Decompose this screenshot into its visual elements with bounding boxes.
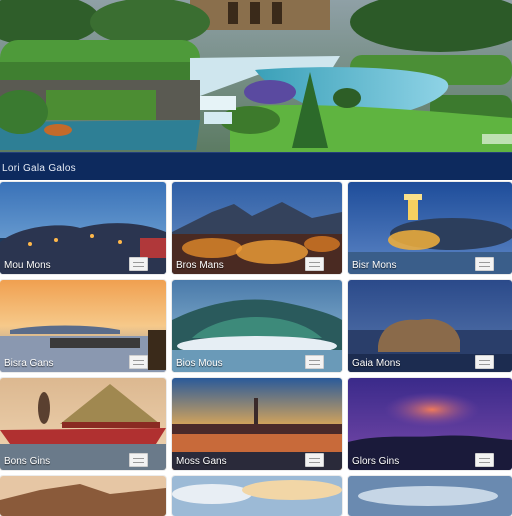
photo-grid: Mou Mons Bros Mans Bisr Mons Bisra Gans … (0, 180, 512, 516)
photo-card[interactable]: Glors Gins (348, 378, 512, 470)
photo-caption: Glors Gins (352, 456, 400, 467)
photo-caption: Bros Mans (176, 260, 224, 271)
gallery-icon[interactable] (305, 355, 324, 369)
hero-garden-image (0, 0, 512, 152)
gallery-icon[interactable] (305, 453, 324, 467)
photo-card[interactable]: Mou Mons (0, 182, 166, 274)
photo-caption: Bisra Gans (4, 358, 54, 369)
photo-caption: Moss Gans (176, 456, 227, 467)
photo-card[interactable]: Moss Gans (172, 378, 342, 470)
photo-caption: Mou Mons (4, 260, 51, 271)
gallery-icon[interactable] (475, 453, 494, 467)
photo-card[interactable]: Bons Gins (0, 378, 166, 470)
gallery-icon[interactable] (129, 355, 148, 369)
photo-caption: Bisr Mons (352, 260, 397, 271)
gallery-icon[interactable] (475, 257, 494, 271)
photo-caption: Bons Gins (4, 456, 51, 467)
gallery-icon[interactable] (129, 257, 148, 271)
banner-title: Lori Gala Galos (2, 163, 76, 174)
rocky-hills-photo (0, 476, 166, 516)
cloud-sky-photo (172, 476, 342, 516)
photo-card[interactable]: Bios Mous (172, 280, 342, 372)
photo-card[interactable] (348, 476, 512, 516)
title-banner: Lori Gala Galos (0, 152, 512, 181)
photo-card[interactable]: Bros Mans (172, 182, 342, 274)
gallery-icon[interactable] (475, 355, 494, 369)
gallery-icon[interactable] (129, 453, 148, 467)
photo-caption: Bios Mous (176, 358, 223, 369)
photo-card[interactable] (0, 476, 166, 516)
photo-card[interactable] (172, 476, 342, 516)
photo-card[interactable]: Bisra Gans (0, 280, 166, 372)
photo-caption: Gaia Mons (352, 358, 401, 369)
misty-lake-photo (348, 476, 512, 516)
photo-card[interactable]: Gaia Mons (348, 280, 512, 372)
hero-scene (0, 0, 512, 152)
gallery-icon[interactable] (305, 257, 324, 271)
photo-card[interactable]: Bisr Mons (348, 182, 512, 274)
